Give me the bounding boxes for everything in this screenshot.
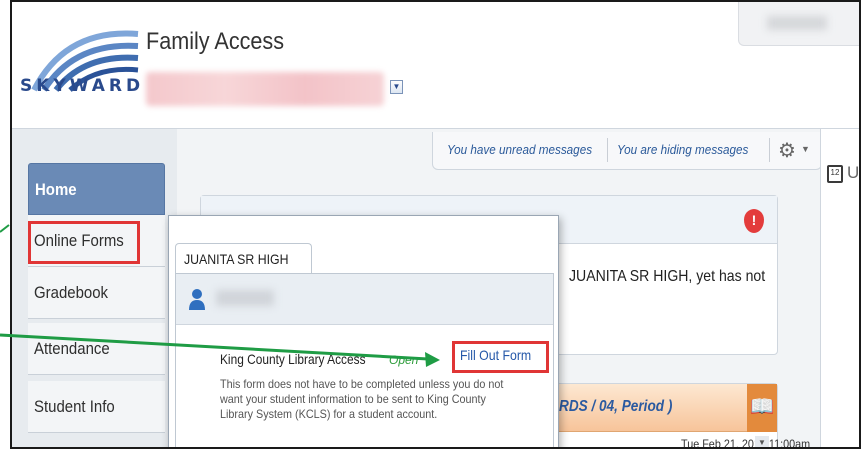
unread-messages-link[interactable]: You have unread messages [447, 142, 592, 157]
book-icon: 📖 [747, 384, 777, 432]
sidebar-item-gradebook[interactable]: Gradebook [28, 267, 165, 319]
sidebar-item-student-info[interactable]: Student Info [28, 381, 165, 433]
student-name-redacted [216, 290, 274, 306]
form-description: This form does not have to be completed … [220, 377, 504, 421]
chevron-down-icon[interactable]: ▼ [755, 436, 769, 447]
form-card: King County Library Access Open Fill Out… [176, 324, 553, 447]
app-title: Family Access [146, 28, 285, 55]
app-window: SKYWARD Family Access ▼ Home Online Form… [10, 0, 861, 449]
arrow-to-online-forms [0, 224, 10, 233]
header: SKYWARD Family Access ▼ [12, 2, 859, 129]
sidebar-nav: Home Online Forms Gradebook Attendance S… [12, 129, 177, 447]
message-panel-text: JUANITA SR HIGH, yet has not [569, 268, 766, 285]
student-dropdown-chevron-down-icon[interactable]: ▼ [390, 80, 403, 94]
highlight-box-fill-out-form [452, 341, 549, 373]
sidebar-item-home[interactable]: Home [28, 163, 165, 215]
form-status: Open [389, 353, 419, 367]
right-column: 12 U [820, 129, 860, 447]
popup-body: King County Library Access Open Fill Out… [175, 273, 554, 447]
form-name: King County Library Access [220, 351, 366, 367]
divider [607, 138, 608, 162]
hiding-messages-link[interactable]: You are hiding messages [617, 142, 748, 157]
schedule-date: Tue Feb 21, 2017 11:00am [681, 437, 811, 449]
tab-school[interactable]: JUANITA SR HIGH [175, 243, 312, 273]
chevron-down-icon[interactable]: ▼ [801, 144, 810, 154]
message-bar: You have unread messages You are hiding … [432, 132, 822, 170]
alert-icon: ! [744, 209, 764, 233]
sidebar-item-attendance[interactable]: Attendance [28, 323, 165, 375]
gear-icon[interactable]: ⚙ [778, 138, 796, 163]
right-column-label: U [847, 163, 860, 182]
highlight-box-online-forms [28, 221, 140, 264]
schedule-panel-title: RDS / 04, Period ) [559, 398, 673, 415]
logo-text: SKYWARD [20, 76, 145, 96]
calendar-icon[interactable]: 12 [827, 165, 843, 183]
online-forms-popup: JUANITA SR HIGH King County Library Acce… [168, 215, 559, 447]
divider [769, 138, 770, 162]
student-name-redacted [146, 72, 384, 106]
user-menu-redacted[interactable] [738, 2, 859, 46]
person-icon [189, 289, 205, 310]
skyward-logo [31, 30, 139, 92]
